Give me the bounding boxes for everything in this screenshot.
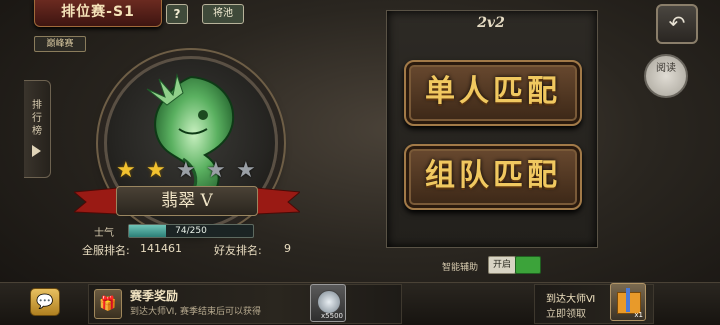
ranking-tab-label: 排行榜 <box>32 100 42 137</box>
general-pool-button[interactable]: 将池 <box>202 4 244 24</box>
season-reward-desc: 到达大师Ⅵ, 赛季结束后可以获得 <box>130 307 262 317</box>
ranking-side-tab[interactable]: 排行榜 <box>24 80 51 178</box>
gift-quantity: x1 <box>634 311 643 319</box>
master-reward-title: 到达大师Ⅵ <box>546 294 596 305</box>
peak-match-tag[interactable]: 巅峰赛 <box>34 36 86 52</box>
rank-stars: ★ ★ ★ ★ ★ <box>110 160 260 186</box>
smart-assist-toggle[interactable] <box>515 256 541 274</box>
coin-quantity: x5500 <box>321 312 343 320</box>
star-filled-icon: ★ <box>116 158 136 183</box>
gift-ribbon <box>626 288 630 312</box>
rank-name: 翡翠 V <box>116 186 258 216</box>
coin-reward-item[interactable]: x5500 <box>310 284 346 322</box>
read-button[interactable]: 阅读 <box>644 54 688 98</box>
star-filled-icon: ★ <box>146 158 166 183</box>
read-label: 阅读 <box>656 63 676 74</box>
season-reward-title: 赛季奖励 <box>130 289 179 303</box>
gift-reward-item[interactable]: x1 <box>610 283 646 321</box>
friend-rank-value: 9 <box>284 242 291 255</box>
smart-assist-button[interactable]: 开启 <box>488 256 516 274</box>
back-button[interactable]: ↶ <box>656 4 698 44</box>
morale-value: 74/250 <box>175 226 207 236</box>
mode-title: 排位赛-S1 <box>61 4 135 20</box>
team-match-button[interactable]: 组队匹配 <box>404 144 582 210</box>
server-rank-label: 全服排名: <box>82 244 130 257</box>
chat-button[interactable]: 💬 <box>30 288 60 316</box>
help-button[interactable]: ? <box>166 4 188 24</box>
back-arrow-icon: ↶ <box>668 11 686 35</box>
mode-title-plate: 排位赛-S1 <box>34 0 162 27</box>
expand-arrow-icon <box>32 145 41 157</box>
star-empty-icon: ★ <box>236 158 256 183</box>
chat-bubble-icon: 💬 <box>36 294 54 310</box>
silver-coin-icon <box>317 290 341 314</box>
solo-match-button[interactable]: 单人匹配 <box>404 60 582 126</box>
star-empty-icon: ★ <box>176 158 196 183</box>
server-rank-value: 141461 <box>140 242 182 255</box>
match-mode-panel <box>386 10 598 248</box>
smart-assist-label: 智能辅助 <box>442 263 479 273</box>
claim-now-label: 立即领取 <box>546 309 586 320</box>
gift-icon: 🎁 <box>94 289 122 319</box>
match-mode-title: 2v2 <box>477 15 505 31</box>
morale-label: 士气 <box>94 228 114 239</box>
morale-bar: 74/250 <box>128 224 254 238</box>
star-empty-icon: ★ <box>206 158 226 183</box>
friend-rank-label: 好友排名: <box>214 244 262 257</box>
